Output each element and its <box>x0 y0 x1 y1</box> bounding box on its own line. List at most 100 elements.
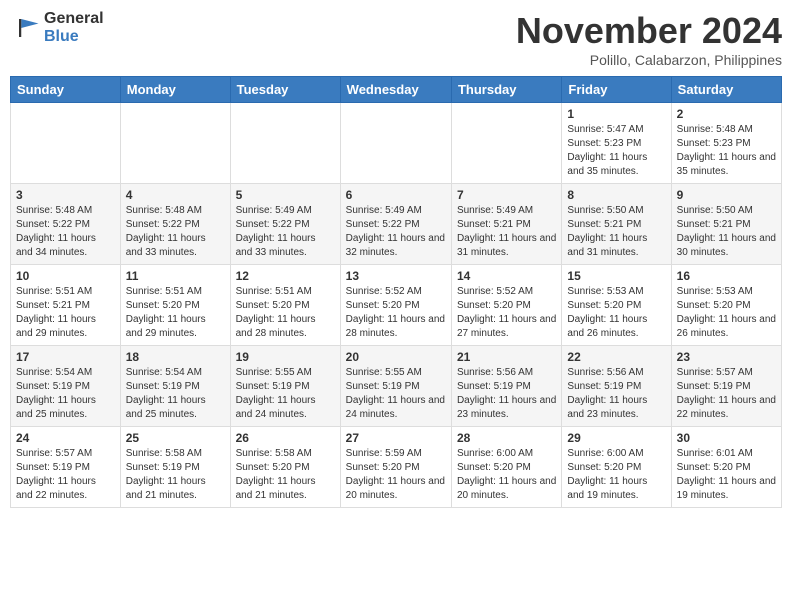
day-number: 28 <box>457 431 556 445</box>
day-detail: Sunrise: 5:53 AM Sunset: 5:20 PM Dayligh… <box>677 285 776 341</box>
day-number: 23 <box>677 350 776 364</box>
calendar-week-row: 3 Sunrise: 5:48 AM Sunset: 5:22 PM Daylig… <box>11 184 782 265</box>
day-number: 14 <box>457 269 556 283</box>
day-detail: Sunrise: 5:51 AM Sunset: 5:20 PM Dayligh… <box>126 285 225 341</box>
calendar-cell <box>340 103 451 184</box>
day-detail: Sunrise: 5:54 AM Sunset: 5:19 PM Dayligh… <box>16 366 115 422</box>
weekday-header: Friday <box>562 77 671 103</box>
day-number: 12 <box>236 269 335 283</box>
day-number: 26 <box>236 431 335 445</box>
day-number: 2 <box>677 107 776 121</box>
day-number: 21 <box>457 350 556 364</box>
calendar: SundayMondayTuesdayWednesdayThursdayFrid… <box>10 76 782 508</box>
calendar-cell: 21 Sunrise: 5:56 AM Sunset: 5:19 PM Dayli… <box>451 346 561 427</box>
day-number: 7 <box>457 188 556 202</box>
day-detail: Sunrise: 5:59 AM Sunset: 5:20 PM Dayligh… <box>346 447 446 503</box>
calendar-cell: 20 Sunrise: 5:55 AM Sunset: 5:19 PM Dayli… <box>340 346 451 427</box>
location: Polillo, Calabarzon, Philippines <box>516 52 782 68</box>
day-number: 4 <box>126 188 225 202</box>
calendar-cell: 22Sunrise: 5:56 AM Sunset: 5:19 PM Dayli… <box>562 346 671 427</box>
day-number: 8 <box>567 188 665 202</box>
day-detail: Sunrise: 5:52 AM Sunset: 5:20 PM Dayligh… <box>457 285 556 341</box>
weekday-header: Monday <box>120 77 230 103</box>
day-number: 18 <box>126 350 225 364</box>
day-number: 13 <box>346 269 446 283</box>
day-number: 9 <box>677 188 776 202</box>
calendar-week-row: 17Sunrise: 5:54 AM Sunset: 5:19 PM Dayli… <box>11 346 782 427</box>
day-number: 29 <box>567 431 665 445</box>
title-block: November 2024 Polillo, Calabarzon, Phili… <box>516 10 782 68</box>
day-detail: Sunrise: 5:53 AM Sunset: 5:20 PM Dayligh… <box>567 285 665 341</box>
day-number: 30 <box>677 431 776 445</box>
calendar-cell: 28 Sunrise: 6:00 AM Sunset: 5:20 PM Dayli… <box>451 427 561 508</box>
day-detail: Sunrise: 5:49 AM Sunset: 5:22 PM Dayligh… <box>346 204 446 260</box>
calendar-cell: 10 Sunrise: 5:51 AM Sunset: 5:21 PM Dayli… <box>11 265 121 346</box>
day-number: 15 <box>567 269 665 283</box>
page-header: General Blue November 2024 Polillo, Cala… <box>10 10 782 68</box>
calendar-cell: 25Sunrise: 5:58 AM Sunset: 5:19 PM Dayli… <box>120 427 230 508</box>
day-detail: Sunrise: 5:57 AM Sunset: 5:19 PM Dayligh… <box>16 447 115 503</box>
calendar-cell: 13 Sunrise: 5:52 AM Sunset: 5:20 PM Dayli… <box>340 265 451 346</box>
day-detail: Sunrise: 5:51 AM Sunset: 5:21 PM Dayligh… <box>16 285 115 341</box>
month-title: November 2024 <box>516 10 782 52</box>
calendar-cell: 27 Sunrise: 5:59 AM Sunset: 5:20 PM Dayli… <box>340 427 451 508</box>
day-number: 20 <box>346 350 446 364</box>
day-detail: Sunrise: 5:48 AM Sunset: 5:23 PM Dayligh… <box>677 123 776 179</box>
weekday-header: Sunday <box>11 77 121 103</box>
calendar-cell: 6 Sunrise: 5:49 AM Sunset: 5:22 PM Daylig… <box>340 184 451 265</box>
calendar-cell: 7 Sunrise: 5:49 AM Sunset: 5:21 PM Daylig… <box>451 184 561 265</box>
day-number: 3 <box>16 188 115 202</box>
day-detail: Sunrise: 5:52 AM Sunset: 5:20 PM Dayligh… <box>346 285 446 341</box>
day-number: 19 <box>236 350 335 364</box>
day-number: 5 <box>236 188 335 202</box>
day-detail: Sunrise: 5:50 AM Sunset: 5:21 PM Dayligh… <box>677 204 776 260</box>
day-detail: Sunrise: 5:57 AM Sunset: 5:19 PM Dayligh… <box>677 366 776 422</box>
day-detail: Sunrise: 5:55 AM Sunset: 5:19 PM Dayligh… <box>346 366 446 422</box>
day-number: 6 <box>346 188 446 202</box>
day-number: 11 <box>126 269 225 283</box>
weekday-header: Tuesday <box>230 77 340 103</box>
day-number: 10 <box>16 269 115 283</box>
calendar-cell: 15 Sunrise: 5:53 AM Sunset: 5:20 PM Dayli… <box>562 265 671 346</box>
calendar-cell <box>11 103 121 184</box>
calendar-cell: 30Sunrise: 6:01 AM Sunset: 5:20 PM Dayli… <box>671 427 781 508</box>
day-detail: Sunrise: 5:56 AM Sunset: 5:19 PM Dayligh… <box>457 366 556 422</box>
day-detail: Sunrise: 5:48 AM Sunset: 5:22 PM Dayligh… <box>16 204 115 260</box>
calendar-cell: 2 Sunrise: 5:48 AM Sunset: 5:23 PM Daylig… <box>671 103 781 184</box>
day-detail: Sunrise: 5:47 AM Sunset: 5:23 PM Dayligh… <box>567 123 665 179</box>
calendar-cell <box>230 103 340 184</box>
logo[interactable]: General Blue <box>10 10 104 45</box>
logo-blue: Blue <box>44 28 104 46</box>
calendar-cell: 23 Sunrise: 5:57 AM Sunset: 5:19 PM Dayli… <box>671 346 781 427</box>
calendar-week-row: 10 Sunrise: 5:51 AM Sunset: 5:21 PM Dayli… <box>11 265 782 346</box>
weekday-header-row: SundayMondayTuesdayWednesdayThursdayFrid… <box>11 77 782 103</box>
day-detail: Sunrise: 5:58 AM Sunset: 5:20 PM Dayligh… <box>236 447 335 503</box>
calendar-week-row: 1 Sunrise: 5:47 AM Sunset: 5:23 PM Daylig… <box>11 103 782 184</box>
calendar-cell <box>120 103 230 184</box>
day-number: 1 <box>567 107 665 121</box>
day-detail: Sunrise: 5:55 AM Sunset: 5:19 PM Dayligh… <box>236 366 335 422</box>
day-detail: Sunrise: 5:49 AM Sunset: 5:22 PM Dayligh… <box>236 204 335 260</box>
calendar-cell: 11 Sunrise: 5:51 AM Sunset: 5:20 PM Dayli… <box>120 265 230 346</box>
calendar-cell: 17Sunrise: 5:54 AM Sunset: 5:19 PM Dayli… <box>11 346 121 427</box>
calendar-cell: 8Sunrise: 5:50 AM Sunset: 5:21 PM Daylig… <box>562 184 671 265</box>
calendar-cell: 24Sunrise: 5:57 AM Sunset: 5:19 PM Dayli… <box>11 427 121 508</box>
day-detail: Sunrise: 6:00 AM Sunset: 5:20 PM Dayligh… <box>567 447 665 503</box>
day-number: 27 <box>346 431 446 445</box>
calendar-cell: 9 Sunrise: 5:50 AM Sunset: 5:21 PM Daylig… <box>671 184 781 265</box>
day-number: 16 <box>677 269 776 283</box>
day-number: 22 <box>567 350 665 364</box>
calendar-cell: 4Sunrise: 5:48 AM Sunset: 5:22 PM Daylig… <box>120 184 230 265</box>
weekday-header: Thursday <box>451 77 561 103</box>
calendar-cell: 12Sunrise: 5:51 AM Sunset: 5:20 PM Dayli… <box>230 265 340 346</box>
calendar-week-row: 24Sunrise: 5:57 AM Sunset: 5:19 PM Dayli… <box>11 427 782 508</box>
day-detail: Sunrise: 6:00 AM Sunset: 5:20 PM Dayligh… <box>457 447 556 503</box>
calendar-cell: 18Sunrise: 5:54 AM Sunset: 5:19 PM Dayli… <box>120 346 230 427</box>
calendar-cell: 14 Sunrise: 5:52 AM Sunset: 5:20 PM Dayli… <box>451 265 561 346</box>
logo-text: General Blue <box>44 10 104 45</box>
day-detail: Sunrise: 5:58 AM Sunset: 5:19 PM Dayligh… <box>126 447 225 503</box>
calendar-cell: 1 Sunrise: 5:47 AM Sunset: 5:23 PM Daylig… <box>562 103 671 184</box>
calendar-cell: 3 Sunrise: 5:48 AM Sunset: 5:22 PM Daylig… <box>11 184 121 265</box>
calendar-cell: 5 Sunrise: 5:49 AM Sunset: 5:22 PM Daylig… <box>230 184 340 265</box>
day-detail: Sunrise: 5:49 AM Sunset: 5:21 PM Dayligh… <box>457 204 556 260</box>
